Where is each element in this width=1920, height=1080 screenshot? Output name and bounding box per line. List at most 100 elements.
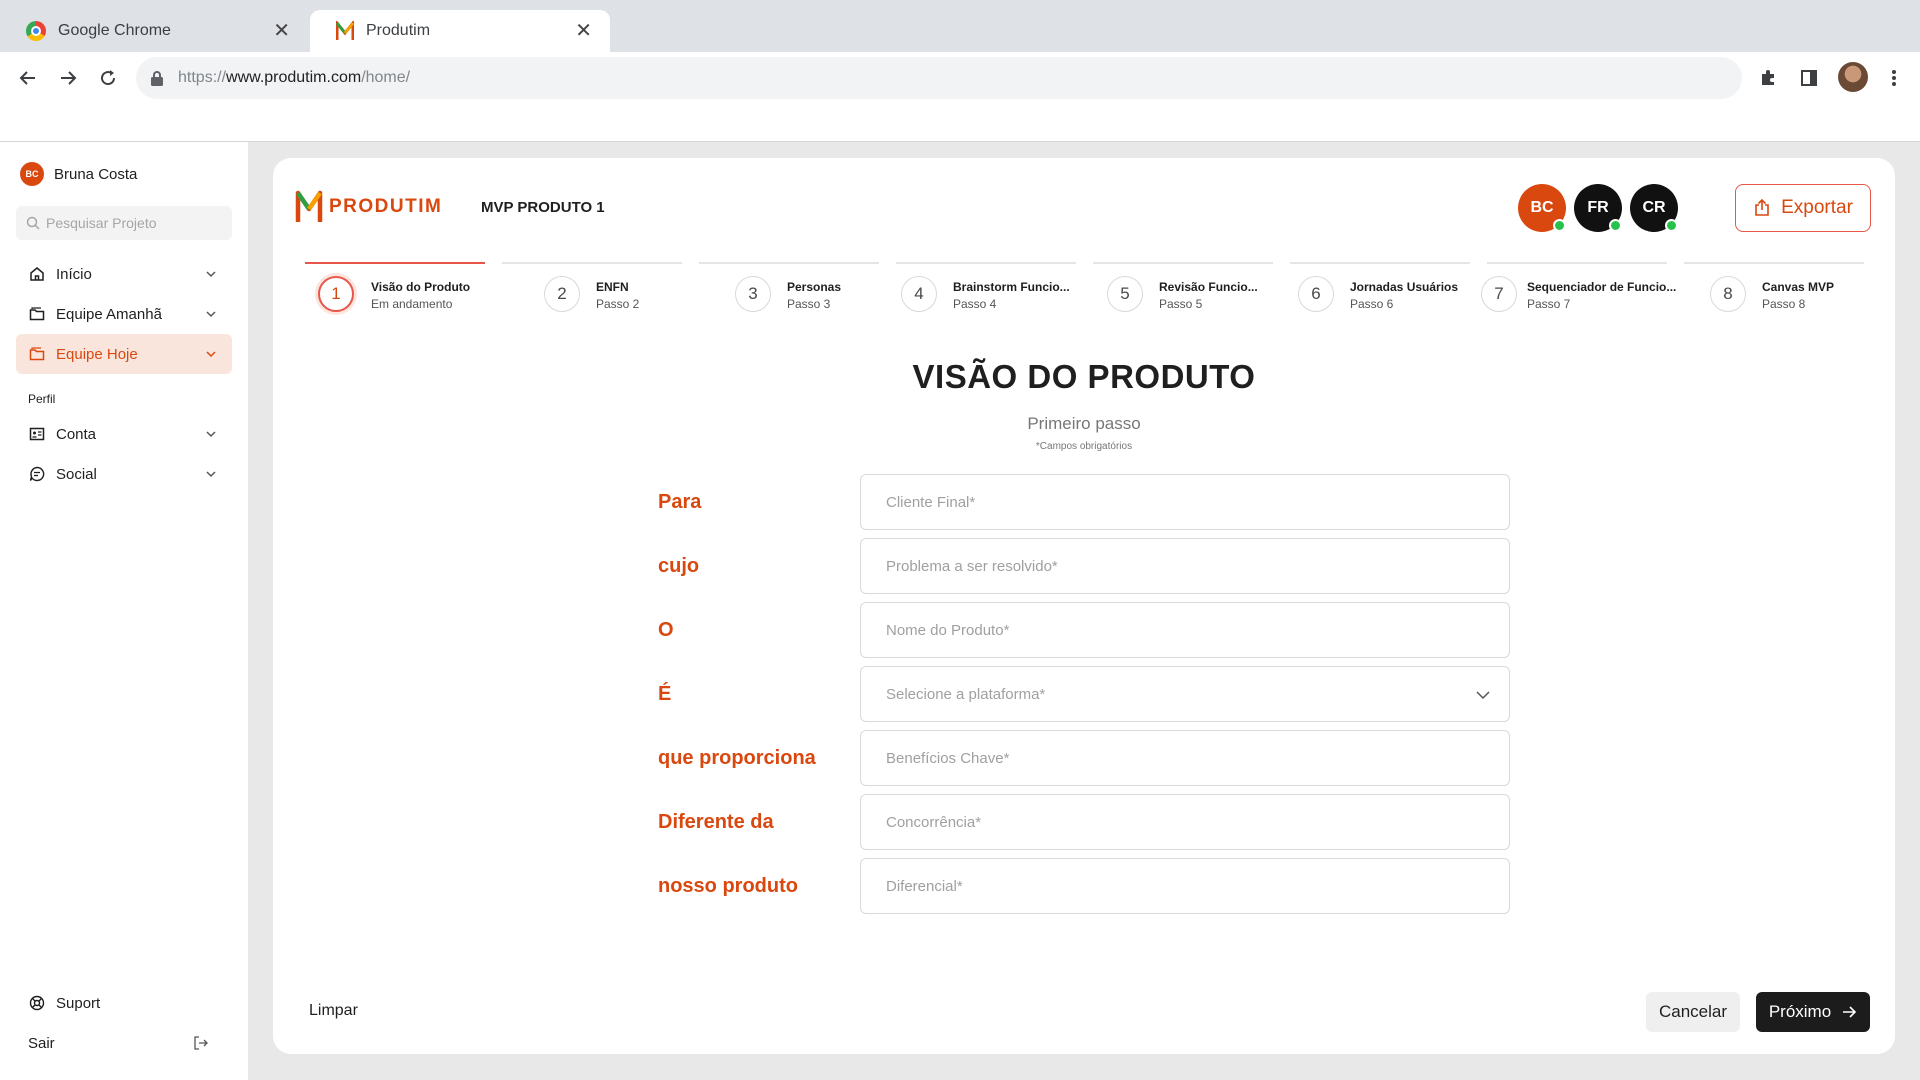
browser-menu-button[interactable] bbox=[1880, 64, 1908, 92]
form-row: Para Cliente Final* bbox=[658, 474, 1510, 530]
form-row: O Nome do Produto* bbox=[658, 602, 1510, 658]
step-item[interactable]: 4 Brainstorm Funcio... Passo 4 bbox=[896, 262, 1076, 322]
next-button[interactable]: Próximo bbox=[1756, 992, 1870, 1032]
step-text: Visão do Produto Em andamento bbox=[371, 280, 470, 311]
share-upload-icon bbox=[1753, 199, 1771, 217]
sidebar-item-conta[interactable]: Conta bbox=[16, 414, 232, 454]
search-placeholder: Pesquisar Projeto bbox=[46, 215, 157, 231]
step-item[interactable]: 1 Visão do Produto Em andamento bbox=[305, 262, 485, 322]
field-label: nosso produto bbox=[658, 874, 798, 897]
logout-label: Sair bbox=[28, 1034, 55, 1052]
step-number: 7 bbox=[1481, 276, 1517, 312]
stepper: 1 Visão do Produto Em andamento 2 ENFN P… bbox=[305, 262, 1865, 322]
field-placeholder: Cliente Final* bbox=[886, 493, 976, 511]
cliente-final-field[interactable]: Cliente Final* bbox=[860, 474, 1510, 530]
diferencial-field[interactable]: Diferencial* bbox=[860, 858, 1510, 914]
collaborator-avatar[interactable]: BC bbox=[1518, 184, 1566, 232]
field-placeholder: Diferencial* bbox=[886, 877, 963, 895]
search-input[interactable]: Pesquisar Projeto bbox=[16, 206, 232, 240]
sidebar-item-social[interactable]: Social bbox=[16, 454, 232, 494]
export-button[interactable]: Exportar bbox=[1735, 184, 1871, 232]
step-subtitle: Em andamento bbox=[371, 297, 453, 311]
browser-tab-active[interactable]: Produtim ✕ bbox=[310, 10, 610, 52]
step-title: Revisão Funcio... bbox=[1159, 280, 1258, 294]
online-status-dot bbox=[1665, 219, 1678, 232]
step-number: 4 bbox=[901, 276, 937, 312]
chat-icon bbox=[28, 465, 46, 483]
user-profile[interactable]: BC Bruna Costa bbox=[20, 162, 137, 186]
sidebar-item-inicio[interactable]: Início bbox=[16, 254, 232, 294]
forward-button[interactable] bbox=[52, 62, 84, 94]
step-title: ENFN bbox=[596, 280, 629, 294]
step-text: Brainstorm Funcio... Passo 4 bbox=[953, 280, 1070, 311]
home-icon bbox=[28, 265, 46, 283]
step-subtitle: Passo 5 bbox=[1159, 297, 1203, 311]
cancel-label: Cancelar bbox=[1658, 1002, 1728, 1021]
chrome-icon bbox=[26, 21, 46, 41]
browser-toolbar: https://www.produtim.com/home/ bbox=[0, 52, 1920, 142]
nome-produto-field[interactable]: Nome do Produto* bbox=[860, 602, 1510, 658]
step-title: Visão do Produto bbox=[371, 280, 471, 294]
field-placeholder: Concorrência* bbox=[886, 813, 982, 831]
step-item[interactable]: 3 Personas Passo 3 bbox=[699, 262, 879, 322]
browser-profile-avatar[interactable] bbox=[1838, 62, 1868, 92]
chevron-down-icon bbox=[206, 471, 216, 478]
collaborator-initials: CR bbox=[1642, 199, 1666, 216]
logo-text: PRODUTIM bbox=[329, 196, 443, 217]
extensions-button[interactable] bbox=[1754, 64, 1782, 92]
problema-field[interactable]: Problema a ser resolvido* bbox=[860, 538, 1510, 594]
form-row: que proporciona Benefícios Chave* bbox=[658, 730, 1510, 786]
support-link[interactable]: Suport bbox=[28, 994, 100, 1012]
sidebar-item-equipe-hoje[interactable]: Equipe Hoje bbox=[16, 334, 232, 374]
user-name: Bruna Costa bbox=[54, 165, 138, 183]
step-item[interactable]: 5 Revisão Funcio... Passo 5 bbox=[1093, 262, 1273, 322]
step-item[interactable]: 8 Canvas MVP Passo 8 bbox=[1684, 262, 1864, 322]
step-item[interactable]: 7 Sequenciador de Funcio... Passo 7 bbox=[1481, 262, 1676, 322]
step-subtitle: Passo 2 bbox=[596, 297, 640, 311]
section-label-perfil: Perfil bbox=[28, 392, 56, 406]
field-label: É bbox=[658, 682, 672, 705]
reload-button[interactable] bbox=[92, 62, 124, 94]
clear-button[interactable]: Limpar bbox=[309, 1002, 358, 1020]
collaborator-avatar[interactable]: FR bbox=[1574, 184, 1622, 232]
url-host: www.produtim.com bbox=[226, 69, 362, 86]
address-bar[interactable]: https://www.produtim.com/home/ bbox=[136, 57, 1742, 99]
step-item[interactable]: 2 ENFN Passo 2 bbox=[502, 262, 682, 322]
side-panel-button[interactable] bbox=[1795, 64, 1823, 92]
required-fields-note: *Campos obrigatórios bbox=[1035, 441, 1133, 452]
avatar: BC bbox=[20, 162, 44, 186]
concorrencia-field[interactable]: Concorrência* bbox=[860, 794, 1510, 850]
beneficios-field[interactable]: Benefícios Chave* bbox=[860, 730, 1510, 786]
id-card-icon bbox=[28, 425, 46, 443]
cancel-button[interactable]: Cancelar bbox=[1646, 992, 1740, 1032]
page-subtitle: Primeiro passo bbox=[1027, 414, 1141, 433]
close-icon[interactable]: ✕ bbox=[273, 21, 290, 41]
page-title: VISÃO DO PRODUTO bbox=[912, 358, 1256, 395]
main-area: PRODUTIM MVP PRODUTO 1 BC FR CR Exportar bbox=[248, 142, 1920, 1080]
step-text: Personas Passo 3 bbox=[787, 280, 841, 311]
step-number: 2 bbox=[544, 276, 580, 312]
back-button[interactable] bbox=[12, 62, 44, 94]
sidebar-item-equipe-amanha[interactable]: Equipe Amanhã bbox=[16, 294, 232, 334]
search-icon bbox=[26, 216, 40, 230]
step-item[interactable]: 6 Jornadas Usuários Passo 6 bbox=[1290, 262, 1470, 322]
logout-icon bbox=[192, 1034, 210, 1052]
sidebar-item-label: Equipe Hoje bbox=[56, 345, 138, 363]
sidebar-item-label: Social bbox=[56, 465, 97, 483]
arrow-left-icon bbox=[19, 71, 35, 85]
lock-icon bbox=[151, 71, 163, 86]
next-label: Próximo bbox=[1768, 1002, 1832, 1021]
step-number: 5 bbox=[1107, 276, 1143, 312]
step-text: ENFN Passo 2 bbox=[596, 280, 639, 311]
field-placeholder: Selecione a plataforma* bbox=[886, 685, 1046, 703]
collaborator-avatar[interactable]: CR bbox=[1630, 184, 1678, 232]
step-number: 3 bbox=[735, 276, 771, 312]
close-icon[interactable]: ✕ bbox=[575, 21, 592, 41]
chevron-down-icon bbox=[206, 271, 216, 278]
browser-tab[interactable]: Google Chrome ✕ bbox=[0, 10, 308, 52]
chevron-down-icon bbox=[1476, 691, 1490, 700]
step-text: Sequenciador de Funcio... Passo 7 bbox=[1527, 280, 1676, 311]
plataforma-select[interactable]: Selecione a plataforma* bbox=[860, 666, 1510, 722]
logout-button[interactable]: Sair bbox=[28, 1034, 220, 1052]
online-status-dot bbox=[1553, 219, 1566, 232]
